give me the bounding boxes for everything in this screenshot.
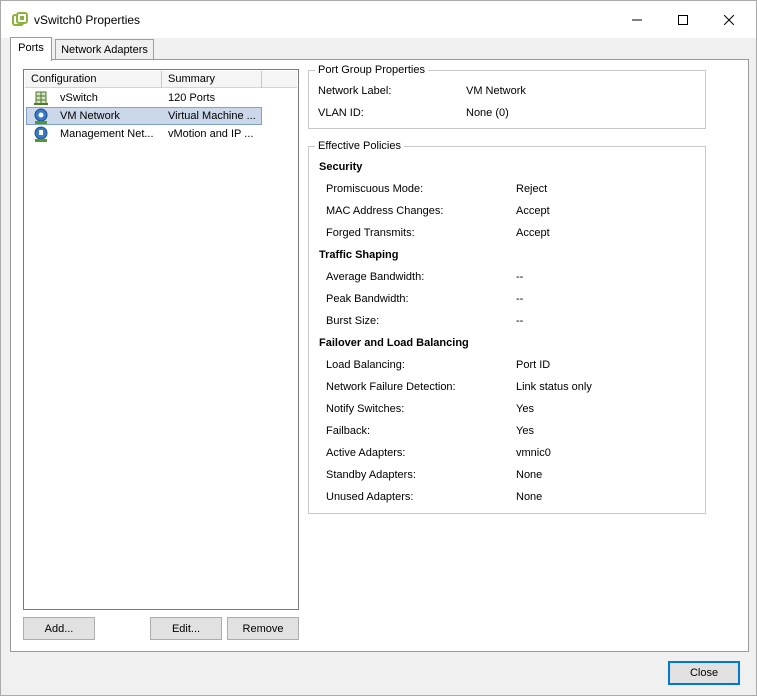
vmkernel-icon — [33, 126, 49, 142]
port-group-properties-legend: Port Group Properties — [315, 64, 428, 76]
average-bandwidth-label: Average Bandwidth: — [326, 271, 425, 283]
maximize-icon — [678, 14, 688, 25]
security-section-title: Security — [319, 161, 363, 173]
unused-adapters-label: Unused Adapters: — [326, 491, 414, 503]
vlan-id-value: None (0) — [466, 107, 509, 119]
tab-network-adapters-label: Network Adapters — [61, 44, 148, 56]
tab-network-adapters[interactable]: Network Adapters — [55, 39, 154, 61]
effective-policies-legend: Effective Policies — [315, 140, 404, 152]
port-group-properties-group: Port Group Properties — [308, 64, 706, 129]
list-header: Configuration Summary — [25, 71, 297, 88]
vswitch-icon — [33, 90, 49, 106]
vlan-id-label: VLAN ID: — [318, 107, 364, 119]
column-header-summary[interactable]: Summary — [162, 71, 262, 88]
traffic-shaping-section-title: Traffic Shaping — [319, 249, 399, 261]
network-failure-detection-label: Network Failure Detection: — [326, 381, 456, 393]
forged-transmits-value: Accept — [516, 227, 550, 239]
promiscuous-mode-value: Reject — [516, 183, 548, 195]
maximize-button[interactable] — [660, 1, 706, 38]
standby-adapters-value: None — [516, 469, 543, 481]
mac-address-changes-value: Accept — [516, 205, 550, 217]
add-button[interactable]: Add... — [23, 617, 95, 640]
list-item-summary: 120 Ports — [168, 92, 216, 104]
minimize-button[interactable] — [614, 1, 660, 38]
load-balancing-value: Port ID — [516, 359, 551, 371]
configuration-list[interactable]: Configuration Summary vSwitch 120 Ports — [23, 69, 299, 610]
mac-address-changes-label: MAC Address Changes: — [326, 205, 444, 217]
failback-value: Yes — [516, 425, 534, 437]
notify-switches-value: Yes — [516, 403, 534, 415]
peak-bandwidth-value: -- — [516, 293, 524, 305]
average-bandwidth-value: -- — [516, 271, 524, 283]
burst-size-value: -- — [516, 315, 524, 327]
list-item-management-network[interactable]: Management Net... vMotion and IP ... — [25, 125, 297, 143]
failover-section-title: Failover and Load Balancing — [319, 337, 469, 349]
peak-bandwidth-label: Peak Bandwidth: — [326, 293, 409, 305]
list-item-summary: vMotion and IP ... — [168, 128, 254, 140]
remove-button[interactable]: Remove — [227, 617, 299, 640]
unused-adapters-value: None — [516, 491, 543, 503]
network-label-value: VM Network — [466, 85, 526, 97]
active-adapters-label: Active Adapters: — [326, 447, 406, 459]
notify-switches-label: Notify Switches: — [326, 403, 405, 415]
title-bar[interactable]: vSwitch0 Properties — [1, 1, 756, 38]
properties-window: vSwitch0 Properties Ports Network Adapte… — [0, 0, 757, 696]
edit-button[interactable]: Edit... — [150, 617, 222, 640]
burst-size-label: Burst Size: — [326, 315, 380, 327]
vm-network-icon — [33, 108, 49, 124]
active-adapters-value: vmnic0 — [516, 447, 551, 459]
vsphere-app-icon — [12, 12, 28, 28]
failback-label: Failback: — [326, 425, 371, 437]
window-title: vSwitch0 Properties — [34, 13, 141, 27]
list-item-configuration: VM Network — [60, 110, 120, 122]
tab-ports[interactable]: Ports — [10, 37, 52, 61]
list-item-summary: Virtual Machine ... — [168, 110, 256, 122]
forged-transmits-label: Forged Transmits: — [326, 227, 415, 239]
list-item-vm-network[interactable]: VM Network Virtual Machine ... — [25, 107, 297, 125]
close-window-button[interactable] — [706, 1, 752, 38]
promiscuous-mode-label: Promiscuous Mode: — [326, 183, 424, 195]
close-icon — [724, 14, 734, 25]
minimize-icon — [632, 19, 642, 20]
close-button[interactable]: Close — [668, 661, 740, 685]
tab-ports-label: Ports — [18, 42, 44, 54]
list-item-configuration: vSwitch — [60, 92, 98, 104]
standby-adapters-label: Standby Adapters: — [326, 469, 416, 481]
network-failure-detection-value: Link status only — [516, 381, 592, 393]
list-item-vswitch[interactable]: vSwitch 120 Ports — [25, 89, 297, 107]
list-item-configuration: Management Net... — [60, 128, 154, 140]
column-header-configuration[interactable]: Configuration — [25, 71, 162, 88]
load-balancing-label: Load Balancing: — [326, 359, 405, 371]
network-label-label: Network Label: — [318, 85, 392, 97]
